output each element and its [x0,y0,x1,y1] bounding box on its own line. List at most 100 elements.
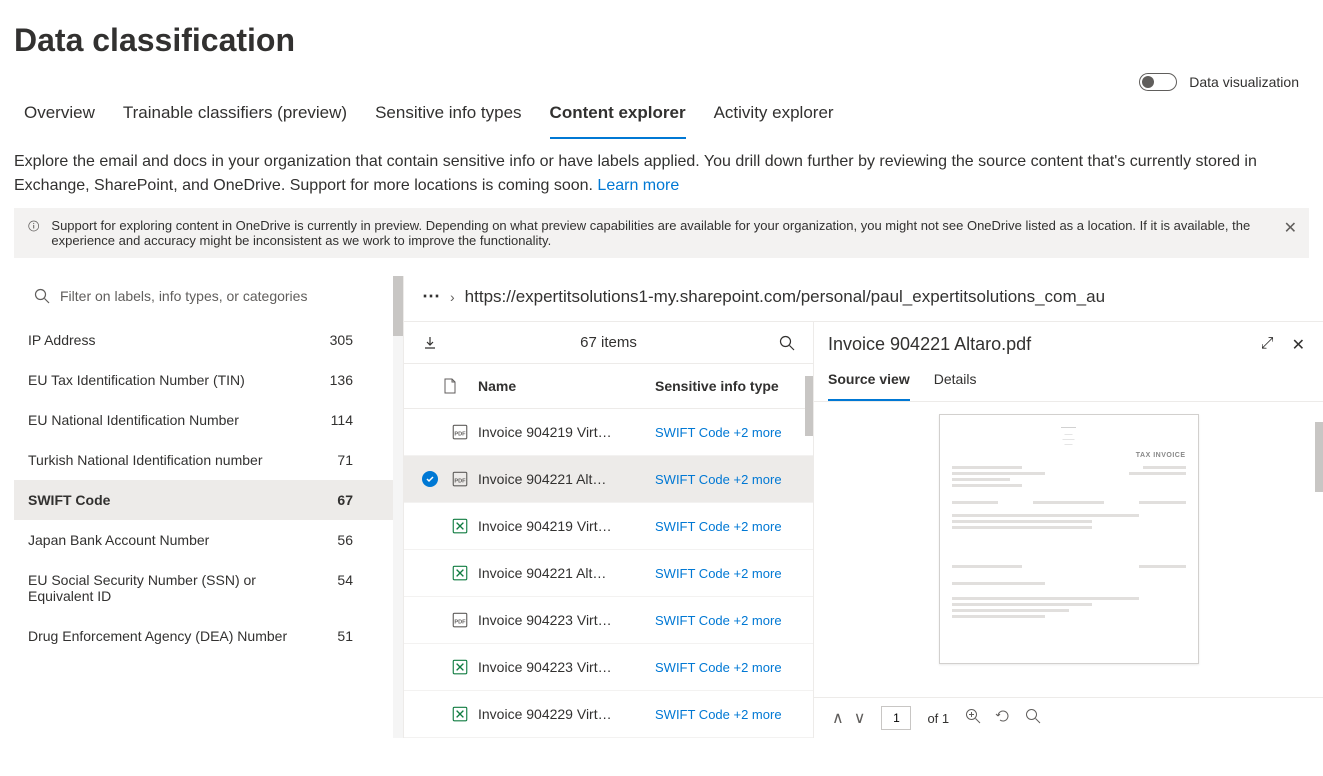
preview-tab-source-view[interactable]: Source view [828,363,910,401]
category-label: EU Social Security Number (SSN) or Equiv… [28,572,288,604]
category-label: Turkish National Identification number [28,452,263,468]
breadcrumb-url[interactable]: https://expertitsolutions1-my.sharepoint… [465,287,1105,307]
xlsx-icon [442,517,478,535]
category-list: IP Address 305 EU Tax Identification Numbe… [14,320,403,738]
category-count: 71 [337,452,353,468]
category-count: 305 [330,332,353,348]
filter-input[interactable]: Filter on labels, info types, or categor… [14,276,403,320]
preview-scrollbar[interactable] [1315,422,1323,492]
search-items-icon[interactable] [779,335,795,351]
item-sensitive-type[interactable]: SWIFT Code +2 more [655,472,795,487]
page-number-input[interactable] [881,706,911,730]
item-sensitive-type[interactable]: SWIFT Code +2 more [655,519,795,534]
items-panel: 67 items Name Sensitive info type PDFInv… [404,322,814,738]
item-sensitive-type[interactable]: SWIFT Code +2 more [655,707,795,722]
item-name: Invoice 904219 Virt… [478,518,655,534]
preview-tab-details[interactable]: Details [934,363,977,401]
items-scrollbar[interactable] [805,376,813,436]
category-count: 114 [331,412,353,428]
category-count: 136 [330,372,353,388]
breadcrumb-more-icon[interactable]: ⋯ [422,286,440,307]
rotate-icon[interactable] [995,708,1011,729]
filter-placeholder: Filter on labels, info types, or categor… [60,288,307,304]
chevron-right-icon: › [450,289,455,305]
column-type[interactable]: Sensitive info type [655,378,795,394]
item-row[interactable]: PDF Invoice 904223 Virt…SWIFT Code +2 mor… [404,597,813,644]
zoom-in-icon[interactable] [965,708,981,729]
item-row[interactable]: PDF Invoice 904219 Virt…SWIFT Code +2 mor… [404,409,813,456]
item-name: Invoice 904221 Alt… [478,471,655,487]
category-label: Drug Enforcement Agency (DEA) Number [28,628,287,644]
category-row[interactable]: Japan Bank Account Number 56 [14,520,403,560]
next-page-icon[interactable]: ∨ [854,708,866,728]
svg-text:PDF: PDF [454,619,466,625]
description: Explore the email and docs in your organ… [0,140,1323,208]
item-name: Invoice 904219 Virt… [478,424,655,440]
download-icon[interactable] [422,335,438,351]
pdf-icon: PDF [442,423,478,441]
prev-page-icon[interactable]: ∧ [832,708,844,728]
data-visualization-toggle[interactable] [1139,73,1177,91]
category-count: 67 [337,492,353,508]
svg-text:PDF: PDF [454,431,466,437]
xlsx-icon [442,658,478,676]
pdf-icon: PDF [442,611,478,629]
expand-icon[interactable]: ⤢ [1261,335,1274,355]
category-label: SWIFT Code [28,492,110,508]
item-sensitive-type[interactable]: SWIFT Code +2 more [655,566,795,581]
column-name[interactable]: Name [478,378,655,394]
item-sensitive-type[interactable]: SWIFT Code +2 more [655,613,795,628]
item-row[interactable]: Invoice 904221 Alt…SWIFT Code +2 more [404,550,813,597]
preview-panel: Invoice 904221 Altaro.pdf ⤢ ✕ Source vie… [814,322,1323,738]
file-icon-column-header [422,378,478,394]
learn-more-link[interactable]: Learn more [597,177,679,194]
page-title: Data classification [0,0,1323,75]
items-list: PDFInvoice 904219 Virt…SWIFT Code +2 mor… [404,409,813,738]
tab-sensitive-info-types[interactable]: Sensitive info types [375,93,521,139]
category-row[interactable]: Drug Enforcement Agency (DEA) Number 51 [14,616,403,656]
category-count: 51 [337,628,353,644]
item-name: Invoice 904223 Virt… [478,612,655,628]
info-banner-text: Support for exploring content in OneDriv… [51,218,1295,248]
category-label: EU Tax Identification Number (TIN) [28,372,245,388]
item-row[interactable]: PDFInvoice 904221 Alt…SWIFT Code +2 more [404,456,813,503]
category-row[interactable]: IP Address 305 [14,320,403,360]
category-label: Japan Bank Account Number [28,532,209,548]
category-row[interactable]: EU National Identification Number 114 [14,400,403,440]
close-preview-icon[interactable]: ✕ [1292,335,1305,355]
item-row[interactable]: Invoice 904223 Virt…SWIFT Code +2 more [404,644,813,691]
breadcrumb: ⋯ › https://expertitsolutions1-my.sharep… [404,276,1323,322]
category-label: EU National Identification Number [28,412,239,428]
preview-filename: Invoice 904221 Altaro.pdf [828,334,1031,355]
category-row[interactable]: SWIFT Code 67 [14,480,403,520]
pdf-toolbar: ∧ ∨ of 1 [814,697,1323,738]
document-preview: —————————— TAX INVOICE [814,402,1323,697]
category-row[interactable]: EU Social Security Number (SSN) or Equiv… [14,560,403,616]
document-page: —————————— TAX INVOICE [939,414,1199,664]
items-count: 67 items [580,334,637,351]
left-scrollbar[interactable] [393,276,403,738]
tab-trainable-classifiers-preview-[interactable]: Trainable classifiers (preview) [123,93,347,139]
category-row[interactable]: EU Tax Identification Number (TIN) 136 [14,360,403,400]
category-label: IP Address [28,332,95,348]
toggle-label: Data visualization [1189,74,1299,90]
category-row[interactable]: Turkish National Identification number 71 [14,440,403,480]
item-row[interactable]: Invoice 904229 Virt…SWIFT Code +2 more [404,691,813,738]
zoom-out-icon[interactable] [1025,708,1041,729]
xlsx-icon [442,564,478,582]
checkmark-icon [422,471,438,487]
item-name: Invoice 904221 Alt… [478,565,655,581]
tabs: Overview Trainable classifiers (preview) S… [0,93,1323,140]
tab-activity-explorer[interactable]: Activity explorer [714,93,834,139]
item-row[interactable]: Invoice 904219 Virt…SWIFT Code +2 more [404,503,813,550]
item-select[interactable] [422,471,442,487]
tab-content-explorer[interactable]: Content explorer [550,93,686,139]
tab-overview[interactable]: Overview [24,93,95,139]
info-banner: Support for exploring content in OneDriv… [14,208,1309,258]
category-count: 54 [337,572,353,588]
item-sensitive-type[interactable]: SWIFT Code +2 more [655,425,795,440]
close-banner-icon[interactable]: ✕ [1284,218,1297,238]
item-sensitive-type[interactable]: SWIFT Code +2 more [655,660,795,675]
category-count: 56 [337,532,353,548]
right-panel: ⋯ › https://expertitsolutions1-my.sharep… [404,276,1323,738]
